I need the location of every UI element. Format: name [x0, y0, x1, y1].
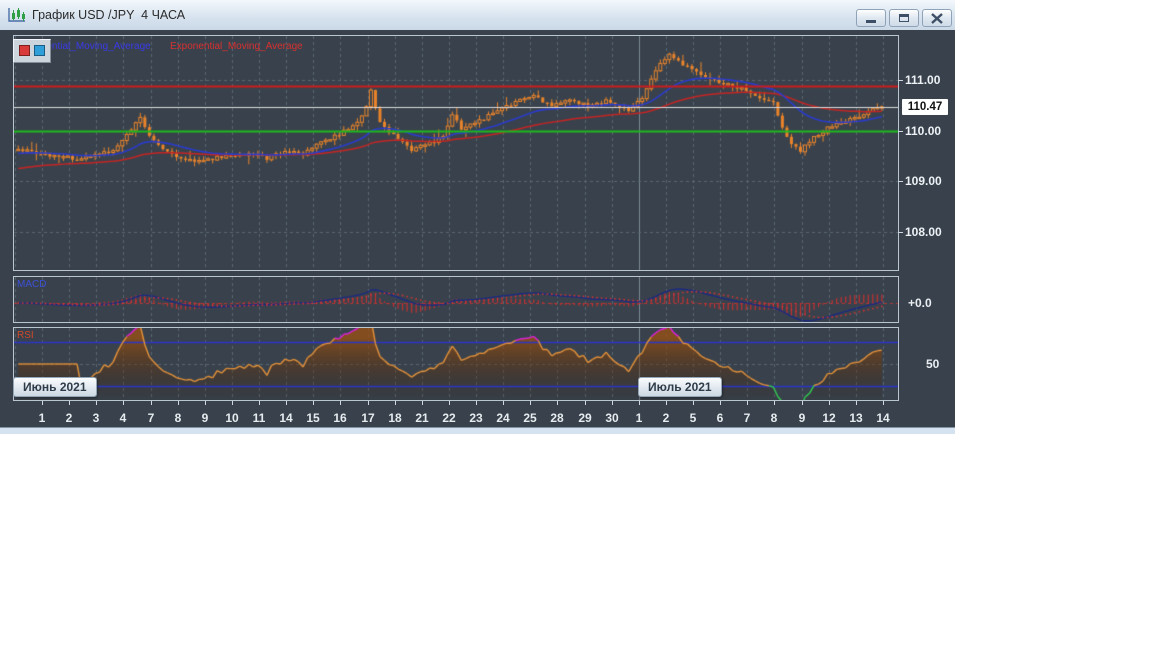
rsi-canvas[interactable] [13, 327, 899, 401]
price-chart-canvas[interactable] [13, 35, 899, 271]
candlestick-chart-icon [8, 8, 25, 22]
time-axis-label: 11 [252, 411, 266, 425]
time-axis-label: 25 [523, 411, 537, 425]
time-axis-label: 6 [716, 411, 724, 425]
rsi-label: RSI [17, 330, 34, 341]
time-tick-mark [313, 401, 314, 405]
blue-swatch-button[interactable] [34, 45, 45, 56]
time-tick-mark [503, 401, 504, 405]
time-axis-label: 9 [798, 411, 806, 425]
time-axis-label: 10 [225, 411, 239, 425]
restore-icon [899, 14, 909, 22]
time-tick-mark [720, 401, 721, 405]
swatch-panel [13, 39, 51, 63]
time-tick-mark [205, 401, 206, 405]
titlebar[interactable]: График USD /JPY 4 ЧАСА [0, 0, 955, 31]
price-axis-label: 111.00 [905, 73, 941, 87]
time-axis-label: 13 [849, 411, 863, 425]
window-bottom-frame [0, 427, 955, 434]
current-price-tag: 110.47 [902, 99, 948, 115]
time-tick-mark [666, 401, 667, 405]
time-axis-label: 14 [876, 411, 890, 425]
time-tick-mark [829, 401, 830, 405]
time-axis-label: 3 [92, 411, 100, 425]
time-tick-mark [340, 401, 341, 405]
close-icon [931, 13, 943, 24]
time-tick-mark [476, 401, 477, 405]
time-tick-mark [693, 401, 694, 405]
macd-label: MACD [17, 279, 47, 290]
time-tick-mark [612, 401, 613, 405]
time-axis-label: 18 [388, 411, 402, 425]
chart-window: График USD /JPY 4 ЧАСА Exponential_Movin… [0, 0, 955, 434]
time-axis-label: 17 [361, 411, 375, 425]
macd-canvas[interactable] [13, 276, 899, 323]
time-axis-label: 9 [201, 411, 209, 425]
time-axis-label: 22 [442, 411, 456, 425]
time-axis-label: 8 [770, 411, 778, 425]
price-tick-mark [898, 232, 903, 233]
time-axis-label: 16 [333, 411, 347, 425]
macd-axis-label: +0.0 [908, 296, 932, 310]
time-axis-label: 28 [550, 411, 564, 425]
legend-ema-slow: Exponential_Moving_Average [170, 41, 303, 52]
time-axis-label: 8 [174, 411, 182, 425]
time-axis-label: 12 [822, 411, 836, 425]
time-axis-label: 30 [605, 411, 619, 425]
time-axis-label: 2 [65, 411, 73, 425]
time-axis-label: 5 [689, 411, 697, 425]
time-tick-mark [422, 401, 423, 405]
time-tick-mark [151, 401, 152, 405]
time-tick-mark [395, 401, 396, 405]
window-title: График USD /JPY 4 ЧАСА [32, 8, 186, 22]
time-tick-mark [747, 401, 748, 405]
time-tick-mark [178, 401, 179, 405]
time-tick-mark [286, 401, 287, 405]
rsi-axis-label: 50 [926, 357, 940, 371]
time-tick-mark [123, 401, 124, 405]
restore-button[interactable] [889, 9, 919, 27]
time-tick-mark [69, 401, 70, 405]
time-tick-mark [42, 401, 43, 405]
time-axis-label: 24 [496, 411, 510, 425]
time-axis-label: 15 [306, 411, 320, 425]
close-button[interactable] [922, 9, 952, 27]
month-label-june: Июнь 2021 [13, 377, 97, 397]
time-axis-label: 4 [119, 411, 127, 425]
month-label-july: Июль 2021 [638, 377, 722, 397]
price-axis-label: 109.00 [905, 174, 942, 188]
price-tick-mark [898, 181, 903, 182]
minimize-button[interactable] [856, 9, 886, 27]
time-axis-label: 1 [635, 411, 643, 425]
time-tick-mark [856, 401, 857, 405]
time-axis-label: 21 [415, 411, 429, 425]
time-tick-mark [585, 401, 586, 405]
price-tick-mark [898, 131, 903, 132]
minimize-icon [866, 20, 876, 23]
time-axis-label: 7 [147, 411, 155, 425]
time-tick-mark [530, 401, 531, 405]
time-tick-mark [449, 401, 450, 405]
time-axis-label: 2 [662, 411, 670, 425]
time-tick-mark [557, 401, 558, 405]
time-tick-mark [232, 401, 233, 405]
time-tick-mark [883, 401, 884, 405]
time-tick-mark [259, 401, 260, 405]
price-tick-mark [898, 80, 903, 81]
time-axis-label: 29 [578, 411, 592, 425]
time-axis-label: 1 [38, 411, 46, 425]
time-tick-mark [96, 401, 97, 405]
time-tick-mark [639, 401, 640, 405]
time-axis-label: 7 [743, 411, 751, 425]
time-axis-label: 14 [279, 411, 293, 425]
time-tick-mark [774, 401, 775, 405]
time-axis-label: 23 [469, 411, 483, 425]
time-tick-mark [802, 401, 803, 405]
price-axis-label: 108.00 [905, 225, 942, 239]
price-axis-label: 110.00 [905, 124, 942, 138]
red-swatch-button[interactable] [19, 45, 30, 56]
time-tick-mark [368, 401, 369, 405]
